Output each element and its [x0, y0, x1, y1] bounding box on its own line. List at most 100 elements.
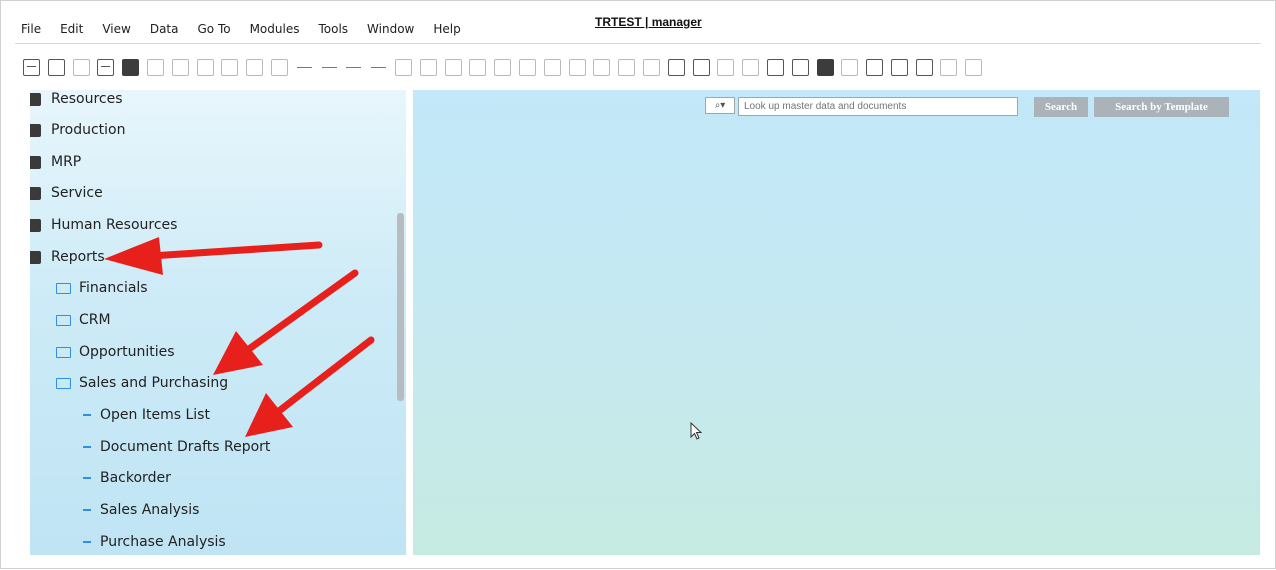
layout-icon[interactable]: [221, 58, 239, 76]
tree-item-open-items-list[interactable]: Open Items List: [83, 403, 210, 427]
folder-icon: [56, 346, 71, 358]
menu-tools[interactable]: Tools: [318, 22, 348, 36]
edit-icon[interactable]: [642, 58, 660, 76]
message-icon[interactable]: [717, 58, 735, 76]
journal-icon[interactable]: [518, 58, 536, 76]
first-record-icon[interactable]: [296, 59, 313, 76]
sort-icon[interactable]: [444, 58, 462, 76]
search-button[interactable]: Search: [1034, 97, 1088, 117]
sidebar-scrollbar[interactable]: [397, 213, 404, 401]
main-workspace: [413, 90, 1260, 555]
pdf-icon[interactable]: [171, 58, 189, 76]
mail-icon[interactable]: [791, 58, 809, 76]
tree-item-label: Open Items List: [100, 407, 210, 423]
payment-icon[interactable]: [543, 58, 561, 76]
sidebar-item-label: Reports: [51, 249, 105, 265]
tree-folder-opportunities[interactable]: Opportunities: [56, 340, 175, 364]
search-icon: ⌕▾: [714, 100, 726, 111]
tree-folder-label: Financials: [79, 280, 148, 296]
tree-item-backorder[interactable]: Backorder: [83, 466, 171, 490]
filter-icon[interactable]: [419, 58, 437, 76]
factory-icon: [30, 92, 41, 106]
preview-icon[interactable]: [72, 58, 90, 76]
menu-view[interactable]: View: [102, 22, 130, 36]
menu-edit[interactable]: Edit: [60, 22, 83, 36]
tree-folder-financials[interactable]: Financials: [56, 276, 148, 300]
search-by-template-button[interactable]: Search by Template: [1094, 97, 1229, 117]
report-icon: [30, 250, 41, 264]
production-icon: [30, 123, 41, 137]
next-record-icon[interactable]: [345, 59, 362, 76]
menu-bar: File Edit View Data Go To Modules Tools …: [21, 17, 480, 41]
sidebar-item-resources[interactable]: Resources: [30, 90, 123, 111]
tree-item-label: Purchase Analysis: [100, 534, 226, 550]
menu-window[interactable]: Window: [367, 22, 414, 36]
tree-item-document-drafts-report[interactable]: Document Drafts Report: [83, 435, 270, 459]
dash-icon: [83, 414, 91, 416]
help-icon[interactable]: [915, 58, 933, 76]
alert-icon[interactable]: [742, 58, 760, 76]
tree-folder-label: Sales and Purchasing: [79, 375, 229, 391]
sidebar-item-label: Production: [51, 122, 126, 138]
tree-item-purchase-analysis[interactable]: Purchase Analysis: [83, 530, 226, 554]
add-row-icon[interactable]: [270, 58, 288, 76]
target-document-icon[interactable]: [494, 58, 512, 76]
extension-icon[interactable]: [965, 58, 983, 76]
people-search-icon: [30, 218, 41, 232]
tree-item-label: Backorder: [100, 470, 171, 486]
sidebar-item-human-resources[interactable]: Human Resources: [30, 213, 177, 237]
search-options-dropdown[interactable]: ⌕▾: [705, 97, 735, 114]
excel-icon[interactable]: [122, 58, 140, 76]
gross-profit-icon[interactable]: [568, 58, 586, 76]
find-icon[interactable]: [23, 58, 40, 76]
last-record-icon[interactable]: [370, 59, 387, 76]
menu-help[interactable]: Help: [433, 22, 460, 36]
user-icon[interactable]: [866, 58, 884, 76]
layout-designer-icon[interactable]: [940, 58, 958, 76]
settings-icon[interactable]: [667, 58, 685, 76]
menu-divider: [15, 43, 1261, 44]
modules-sidebar: Resources Production MRP Service Human R…: [30, 90, 406, 555]
sidebar-item-production[interactable]: Production: [30, 118, 125, 142]
tree-item-sales-analysis[interactable]: Sales Analysis: [83, 498, 199, 522]
menu-modules[interactable]: Modules: [250, 22, 300, 36]
calendar-icon[interactable]: [816, 58, 834, 76]
refresh-icon[interactable]: [394, 58, 412, 76]
menu-goto[interactable]: Go To: [197, 22, 230, 36]
tree-folder-label: Opportunities: [79, 344, 175, 360]
form-settings-icon[interactable]: [692, 58, 710, 76]
tree-item-label: Sales Analysis: [100, 502, 200, 518]
add-icon[interactable]: [47, 58, 65, 76]
dash-icon: [83, 477, 91, 479]
puzzle-icon: [30, 155, 41, 169]
inventory-icon[interactable]: [618, 58, 636, 76]
previous-record-icon[interactable]: [321, 59, 338, 76]
menu-data[interactable]: Data: [150, 22, 179, 36]
move-icon[interactable]: [196, 58, 214, 76]
menu-file[interactable]: File: [21, 22, 41, 36]
folder-icon: [56, 282, 71, 294]
word-icon[interactable]: [146, 58, 164, 76]
dash-icon: [83, 509, 91, 511]
sidebar-item-label: Human Resources: [51, 217, 178, 233]
sidebar-item-service[interactable]: Service: [30, 181, 103, 205]
folder-icon: [56, 377, 71, 389]
sidebar-item-reports[interactable]: Reports: [30, 245, 105, 269]
search-input[interactable]: [738, 97, 1018, 116]
binoculars-icon[interactable]: [246, 58, 264, 76]
folder-icon: [56, 314, 71, 326]
base-document-icon[interactable]: [469, 58, 487, 76]
tree-folder-label: CRM: [79, 312, 111, 328]
activity-icon[interactable]: [766, 58, 784, 76]
sidebar-item-mrp[interactable]: MRP: [30, 150, 81, 174]
volume-icon[interactable]: [593, 58, 611, 76]
org-chart-icon[interactable]: [841, 58, 859, 76]
app-window: File Edit View Data Go To Modules Tools …: [0, 0, 1276, 569]
print-icon[interactable]: [97, 58, 115, 76]
tree-folder-crm[interactable]: CRM: [56, 308, 111, 332]
tree-folder-sales-and-purchasing[interactable]: Sales and Purchasing: [56, 371, 228, 395]
web-icon[interactable]: [890, 58, 908, 76]
sidebar-item-label: Service: [51, 185, 103, 201]
mouse-cursor-icon: [690, 422, 703, 440]
tree-item-label: Document Drafts Report: [100, 439, 271, 455]
